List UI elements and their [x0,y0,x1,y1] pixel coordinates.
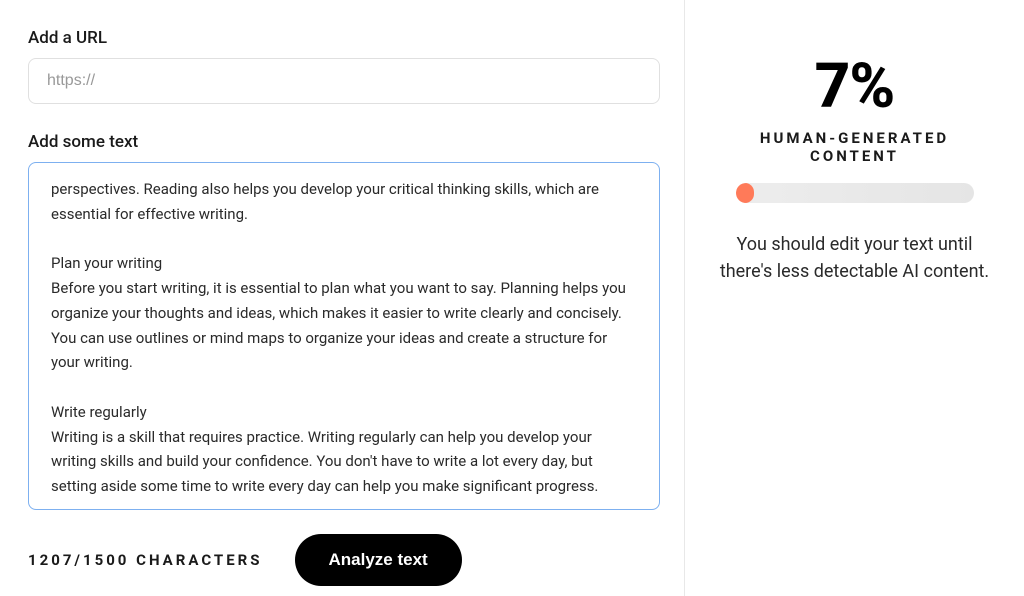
result-advice: You should edit your text until there's … [720,231,990,285]
input-panel: Add a URL Add some text 1207/1500 CHARAC… [0,0,684,596]
analyze-button[interactable]: Analyze text [295,534,462,586]
result-label: HUMAN-GENERATED CONTENT [713,129,996,165]
url-label: Add a URL [28,28,684,48]
progress-fill [736,183,754,203]
text-label: Add some text [28,132,684,152]
progress-bar [736,183,974,203]
action-row: 1207/1500 CHARACTERS Analyze text [28,534,684,586]
text-input[interactable] [51,177,651,495]
result-panel: 7% HUMAN-GENERATED CONTENT You should ed… [685,0,1024,596]
result-percentage: 7% [815,50,895,123]
url-input[interactable] [28,58,660,104]
text-area-container [28,162,660,510]
character-counter: 1207/1500 CHARACTERS [28,551,263,569]
